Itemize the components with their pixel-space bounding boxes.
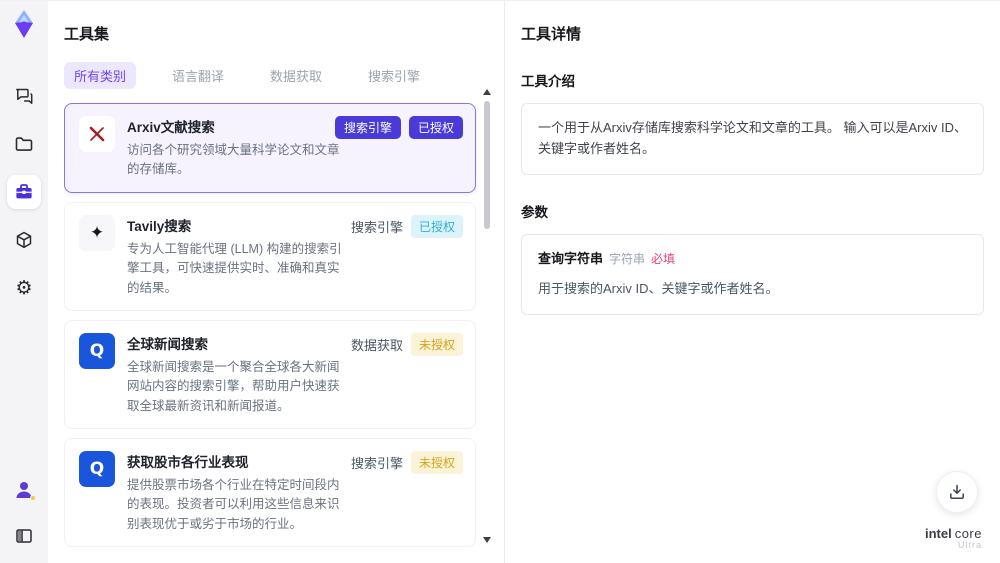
status-badge: 未授权: [410, 451, 463, 474]
download-icon: [950, 484, 964, 499]
tool-description: 全球新闻搜索是一个聚合全球各大新闻网站内容的搜索引擎，帮助用户快速获取全球最新资…: [127, 359, 340, 413]
intro-box: 一个用于从Arxiv存储库搜索科学论文和文章的工具。 输入可以是Arxiv ID…: [521, 103, 984, 175]
gear-icon[interactable]: ⚙: [7, 271, 41, 305]
intro-heading: 工具介绍: [521, 74, 575, 89]
chat-icon[interactable]: [7, 79, 41, 113]
star-icon: ✦: [79, 214, 115, 251]
detail-title: 工具详情: [521, 26, 582, 43]
tool-detail-panel: 工具详情 工具介绍 一个用于从Arxiv存储库搜索科学论文和文章的工具。 输入可…: [505, 1, 1000, 563]
scrollbar-thumb[interactable]: [484, 101, 490, 229]
param-type: 字符串: [609, 251, 646, 266]
category-label: 数据获取: [350, 337, 403, 353]
news-q-icon: Q: [79, 451, 115, 487]
params-heading: 参数: [521, 204, 548, 220]
tool-list-panel: 工具集 所有类别 语言翻译 数据获取 搜索引擎 Arxiv文献搜索 访问各个研究…: [48, 1, 505, 563]
tool-description: 专为人工智能代理 (LLM) 构建的搜索引擎工具，可快速提供实时、准确和真实的结…: [127, 241, 342, 295]
tab-search-engine[interactable]: 搜索引擎: [358, 62, 430, 89]
category-label: 搜索引擎: [350, 219, 403, 235]
param-name: 查询字符串: [538, 250, 604, 266]
param-box: 查询字符串 字符串 必填 用于搜索的Arxiv ID、关键字或作者姓名。: [521, 233, 984, 316]
scroll-down-arrow-icon[interactable]: [483, 537, 491, 543]
left-rail: ⚙: [0, 1, 48, 563]
tool-description: 提供股票市场各个行业在特定时间段内的表现。投资者可以利用这些信息来识别表现优于或…: [127, 478, 340, 531]
cube-icon[interactable]: [7, 223, 41, 257]
tool-card-tavily[interactable]: ✦ Tavily搜索 专为人工智能代理 (LLM) 构建的搜索引擎工具，可快速提…: [64, 201, 476, 311]
status-badge: 已授权: [408, 116, 463, 139]
category-badge: 搜索引擎: [334, 116, 401, 139]
tool-card-global-news[interactable]: Q 全球新闻搜索 全球新闻搜索是一个聚合全球各大新闻网站内容的搜索引擎，帮助用户…: [64, 319, 476, 429]
app-window: ⚙ 工具集 所有类别 语言翻译 数据获取 搜索引擎 Arxiv文献搜索 访问各个…: [0, 0, 1000, 563]
tool-card-list: Arxiv文献搜索 访问各个研究领域大量科学论文和文章的存储库。 搜索引擎 已授…: [64, 103, 478, 555]
tab-all-categories[interactable]: 所有类别: [64, 62, 137, 89]
scroll-up-arrow-icon[interactable]: [483, 89, 491, 95]
status-dot: [30, 495, 36, 501]
category-label: 搜索引擎: [350, 456, 403, 471]
scrollbar[interactable]: [482, 89, 492, 547]
param-required-flag: 必填: [651, 251, 676, 266]
tool-name: Arxiv文献搜索: [127, 120, 215, 135]
page-title: 工具集: [64, 26, 110, 43]
collapse-panel-icon[interactable]: [7, 519, 41, 553]
brand-core: core: [954, 525, 982, 541]
brand-intel: intel: [924, 525, 952, 541]
param-description: 用于搜索的Arxiv ID、关键字或作者姓名。: [538, 281, 779, 297]
intel-core-logo: intel core Ultra: [924, 525, 982, 551]
news-q-icon: Q: [79, 332, 115, 369]
category-tabs: 所有类别 语言翻译 数据获取 搜索引擎: [64, 62, 478, 89]
brand-sub: Ultra: [957, 540, 982, 551]
tool-description: 访问各个研究领域大量科学论文和文章的存储库。: [127, 143, 340, 177]
folder-icon[interactable]: [7, 127, 41, 161]
app-logo-icon[interactable]: [9, 9, 39, 39]
arxiv-x-icon: [79, 116, 115, 152]
toolbox-icon[interactable]: [7, 175, 41, 209]
user-avatar-icon[interactable]: [7, 473, 41, 507]
gear-glyph: ⚙: [15, 277, 33, 299]
tool-name: Tavily搜索: [127, 218, 192, 234]
tool-name: 全球新闻搜索: [127, 336, 208, 352]
tool-card-arxiv[interactable]: Arxiv文献搜索 访问各个研究领域大量科学论文和文章的存储库。 搜索引擎 已授…: [64, 103, 476, 193]
tool-name: 获取股市各行业表现: [127, 455, 249, 470]
tool-card-sector-performance[interactable]: Q 获取股市各行业表现 提供股票市场各个行业在特定时间段内的表现。投资者可以利用…: [64, 438, 476, 548]
status-badge: 未授权: [410, 332, 463, 356]
tab-language-translation[interactable]: 语言翻译: [162, 62, 234, 89]
download-button[interactable]: [936, 471, 978, 513]
intro-text: 一个用于从Arxiv存储库搜索科学论文和文章的工具。 输入可以是Arxiv ID…: [538, 120, 968, 156]
status-badge: 已授权: [410, 214, 463, 238]
tab-data-fetch[interactable]: 数据获取: [260, 62, 332, 89]
